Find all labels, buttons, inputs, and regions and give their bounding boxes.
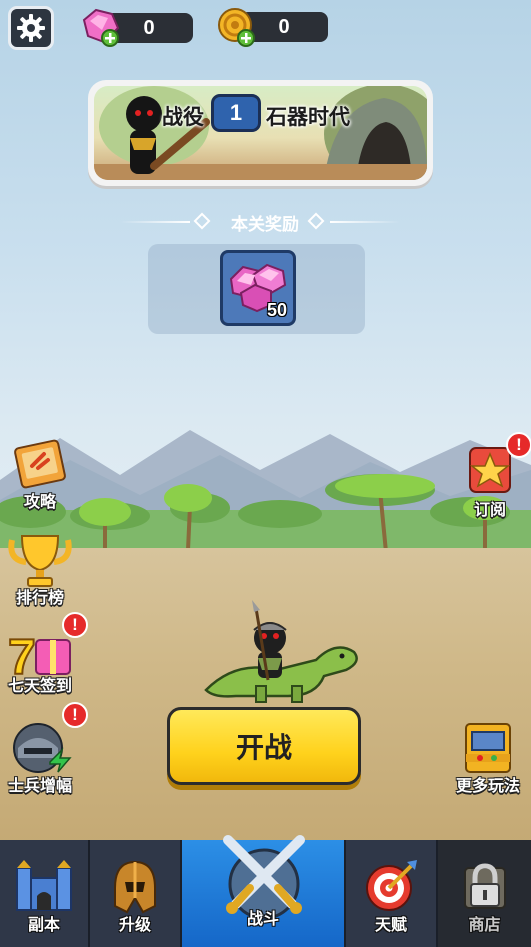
checkin-label: 七天签到 <box>7 676 72 695</box>
tab-battle[interactable]: 战斗 <box>182 835 346 947</box>
castle-icon <box>16 860 72 911</box>
soldier-helmet-icon <box>13 723 72 773</box>
guide-label: 攻略 <box>23 492 56 511</box>
guide-book-icon <box>14 439 66 489</box>
subscription-label: 订阅 <box>473 500 506 519</box>
campaign-prefix: 战役 <box>162 106 204 129</box>
tab-shop-label: 商店 <box>468 915 501 934</box>
level-number: 1 <box>211 94 261 132</box>
subscription-button[interactable]: ! 订阅 <box>450 432 531 519</box>
campaign-banner[interactable] <box>88 80 433 186</box>
start-battle-label: 开战 <box>235 731 292 764</box>
leaderboard-button[interactable]: 排行榜 <box>0 530 80 607</box>
bottom-navigation: 副本 升级 战斗 天赋 商店 <box>0 835 531 947</box>
soldier-boost-alert-mark: ! <box>72 705 78 724</box>
tab-dungeon-label: 副本 <box>27 915 60 934</box>
reward-count: 50 <box>266 300 287 320</box>
subscription-alert-mark: ! <box>516 435 522 454</box>
reward-divider-right <box>330 221 400 223</box>
checkin-alert-badge: ! <box>62 612 88 638</box>
coin-plus-icon[interactable] <box>216 6 258 48</box>
soldier-boost-label: 士兵增幅 <box>7 776 72 795</box>
reward-title: 本关奖励 <box>231 215 299 235</box>
target-dart-icon <box>366 860 417 911</box>
lock-icon <box>463 863 506 909</box>
trophy-icon <box>8 535 72 587</box>
tab-dungeon[interactable]: 副本 <box>0 840 90 947</box>
arcade-machine-icon <box>465 723 511 773</box>
soldier-boost-button[interactable]: ! 士兵增幅 <box>0 702 88 795</box>
gem-count: 0 <box>143 16 155 39</box>
more-modes-label: 更多玩法 <box>455 776 520 795</box>
gear-icon <box>17 14 45 42</box>
tab-shop[interactable]: 商店 <box>438 840 531 947</box>
more-modes-button[interactable]: 更多玩法 <box>448 718 528 798</box>
subscription-alert-badge: ! <box>506 432 531 458</box>
settings-button[interactable] <box>8 6 54 50</box>
reward-item-gems[interactable]: 50 <box>220 250 296 326</box>
leaderboard-label: 排行榜 <box>15 588 64 607</box>
checkin-alert-mark: ! <box>72 615 78 634</box>
gem-plus-icon[interactable] <box>80 6 122 48</box>
tab-battle-label: 战斗 <box>246 909 279 928</box>
start-battle-button[interactable]: 开战 <box>167 707 361 785</box>
coin-count: 0 <box>278 15 290 38</box>
era-title: 石器时代 <box>266 106 350 129</box>
tab-talent[interactable]: 天赋 <box>346 840 438 947</box>
helmet-icon <box>114 860 156 914</box>
hero-dinosaur-rider <box>204 600 358 703</box>
soldier-boost-alert-badge: ! <box>62 702 88 728</box>
tab-talent-label: 天赋 <box>374 915 407 934</box>
tab-upgrade[interactable]: 升级 <box>90 840 182 947</box>
tab-upgrade-label: 升级 <box>118 915 151 934</box>
seven-day-checkin-button[interactable]: 7 ! 七天签到 <box>0 612 88 696</box>
guide-button[interactable]: 攻略 <box>0 438 80 511</box>
